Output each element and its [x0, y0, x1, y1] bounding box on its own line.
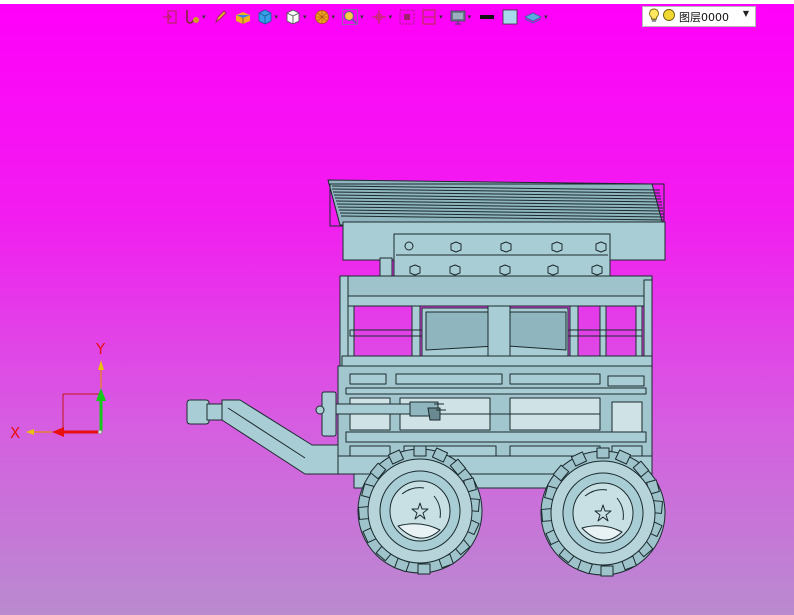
coordinate-triad: [26, 360, 106, 437]
graphics-viewport[interactable]: ▾ ▾ ▾ ▾ ▾ ▾ ▾ ▾ ▾ 图层0000 ▼ X Y: [0, 0, 794, 615]
triad-y-label: Y: [96, 340, 106, 358]
triad-box: [62, 393, 101, 433]
triad-x-axis: [26, 427, 100, 437]
triad-x-label: X: [10, 424, 21, 442]
triad-y-axis: [96, 360, 106, 432]
